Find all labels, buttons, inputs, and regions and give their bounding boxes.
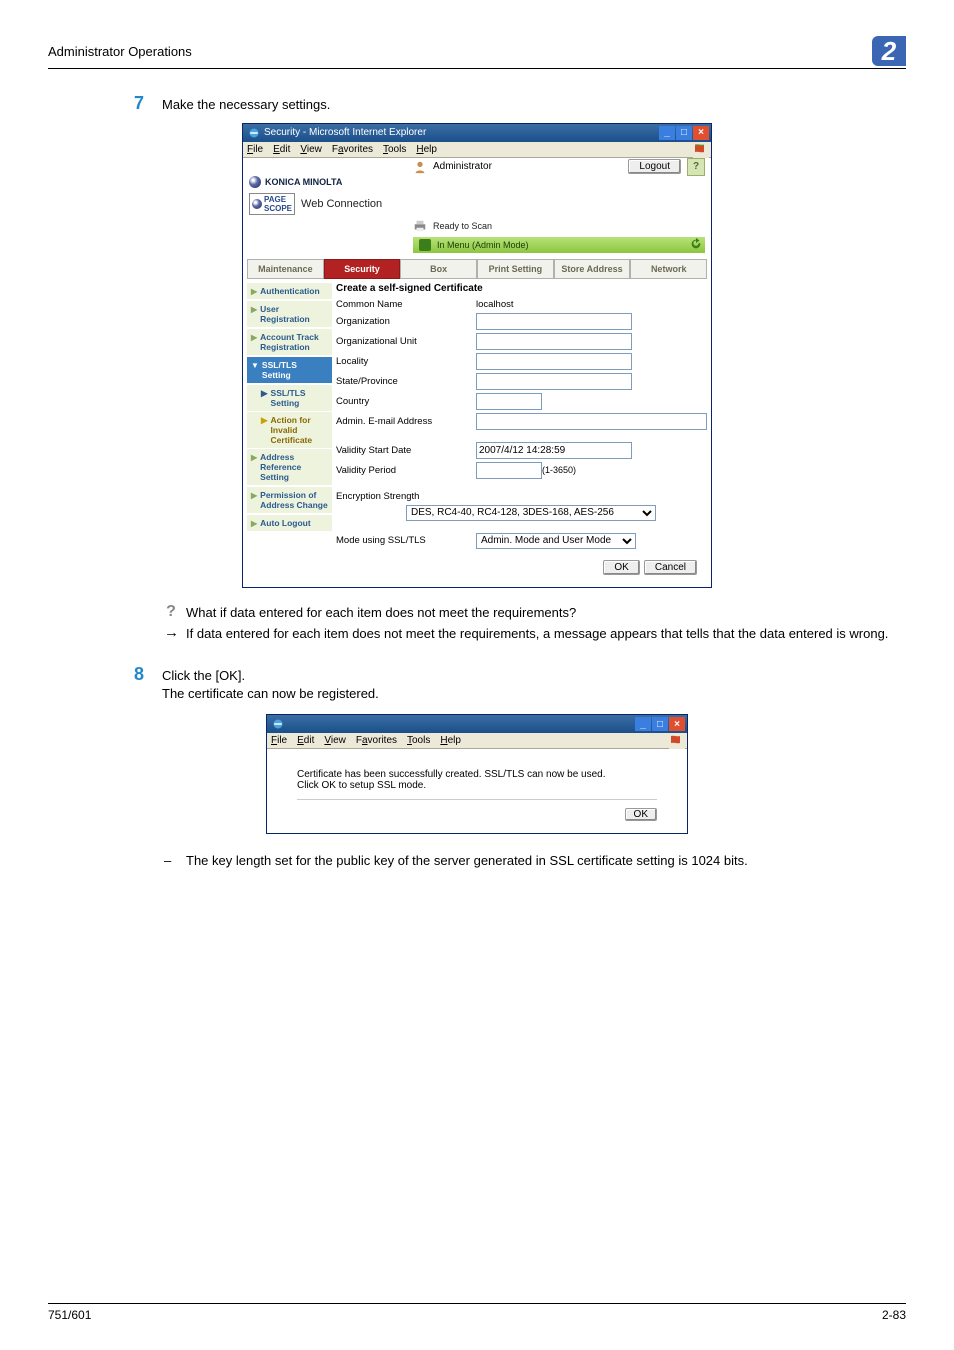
menu-tools-2[interactable]: Tools <box>407 735 430 746</box>
note-text: The key length set for the public key of… <box>186 852 748 871</box>
footer-right: 2-83 <box>882 1308 906 1322</box>
organization-input[interactable] <box>476 313 632 330</box>
common-name-value: localhost <box>476 299 514 310</box>
step-8-number: 8 <box>126 664 144 705</box>
country-label: Country <box>336 396 476 407</box>
admin-icon <box>413 160 427 174</box>
menu-help-2[interactable]: Help <box>440 735 461 746</box>
menu-bar-2: File Edit View Favorites Tools Help <box>267 733 687 749</box>
window-title: Security - Microsoft Internet Explorer <box>264 127 659 138</box>
sidebar-authentication[interactable]: ▶Authentication <box>247 283 332 300</box>
tab-print[interactable]: Print Setting <box>477 259 554 279</box>
logout-button[interactable]: Logout <box>628 159 681 174</box>
window-min-button[interactable]: _ <box>659 126 675 140</box>
menu-tools[interactable]: Tools <box>383 144 406 155</box>
menu-favorites[interactable]: Favorites <box>332 144 373 155</box>
menu-favorites-2[interactable]: Favorites <box>356 735 397 746</box>
sidebar-ssl-tls[interactable]: ▼SSL/TLS Setting <box>247 357 332 384</box>
ie-flag-icon <box>693 142 709 158</box>
web-connection-label: Web Connection <box>301 198 382 210</box>
form-heading: Create a self-signed Certificate <box>336 283 707 294</box>
footer-left: 751/601 <box>48 1308 91 1322</box>
question-icon: ? <box>164 604 178 623</box>
note-bullet: – <box>164 852 174 871</box>
admin-label: Administrator <box>433 161 492 172</box>
mode-icon <box>419 239 431 251</box>
tab-security[interactable]: Security <box>324 259 401 279</box>
window2-max-button[interactable]: □ <box>652 717 668 731</box>
ok-button[interactable]: OK <box>603 560 639 575</box>
validity-period-label: Validity Period <box>336 465 476 476</box>
ready-status: Ready to Scan <box>433 221 492 231</box>
window-close-button[interactable]: × <box>693 126 709 140</box>
answer-icon: → <box>164 625 178 644</box>
menu-edit[interactable]: Edit <box>273 144 290 155</box>
help-button[interactable]: ? <box>687 158 705 176</box>
encryption-strength-label: Encryption Strength <box>336 491 476 502</box>
ie-flag-icon-2 <box>669 733 685 749</box>
sidebar-user-registration[interactable]: ▶User Registration <box>247 301 332 328</box>
admin-email-label: Admin. E-mail Address <box>336 416 476 427</box>
step-7-text: Make the necessary settings. <box>162 93 906 115</box>
menu-view[interactable]: View <box>300 144 322 155</box>
menu-help[interactable]: Help <box>416 144 437 155</box>
printer-icon <box>413 219 427 233</box>
menu-view-2[interactable]: View <box>324 735 346 746</box>
window-titlebar: Security - Microsoft Internet Explorer _… <box>243 124 711 142</box>
chapter-badge: 2 <box>872 36 906 66</box>
answer-text: If data entered for each item does not m… <box>186 625 888 644</box>
menu-file[interactable]: File <box>247 144 263 155</box>
ok-button-2[interactable]: OK <box>625 808 657 821</box>
brand-logo: KONICA MINOLTA <box>249 176 342 188</box>
ie-icon-2 <box>272 718 284 730</box>
locality-input[interactable] <box>476 353 632 370</box>
mode-ssl-label: Mode using SSL/TLS <box>336 535 476 546</box>
common-name-label: Common Name <box>336 299 476 310</box>
step-8-line2: The certificate can now be registered. <box>162 685 906 704</box>
window2-close-button[interactable]: × <box>669 717 685 731</box>
pagescope-badge: PAGESCOPE <box>249 193 295 215</box>
state-label: State/Province <box>336 376 476 387</box>
sidebar-action-invalid-cert[interactable]: ▶Action for Invalid Certificate <box>247 412 332 448</box>
menu-edit-2[interactable]: Edit <box>297 735 314 746</box>
tab-store[interactable]: Store Address <box>554 259 631 279</box>
state-input[interactable] <box>476 373 632 390</box>
tab-maintenance[interactable]: Maintenance <box>247 259 324 279</box>
sidebar-perm-addr-change[interactable]: ▶Permission of Address Change <box>247 487 332 514</box>
encryption-strength-select[interactable]: DES, RC4-40, RC4-128, 3DES-168, AES-256 <box>406 505 656 521</box>
sidebar-account-track[interactable]: ▶Account Track Registration <box>247 329 332 356</box>
mode-bar: In Menu (Admin Mode) <box>413 237 705 253</box>
question-text: What if data entered for each item does … <box>186 604 576 623</box>
country-input[interactable] <box>476 393 542 410</box>
tab-box[interactable]: Box <box>400 259 477 279</box>
validity-start-input[interactable] <box>476 442 632 459</box>
cert-success-msg1: Certificate has been successfully create… <box>297 769 657 780</box>
sidebar-address-ref[interactable]: ▶Address Reference Setting <box>247 449 332 486</box>
validity-period-input[interactable] <box>476 462 542 479</box>
page-header-title: Administrator Operations <box>48 44 872 59</box>
cancel-button[interactable]: Cancel <box>644 560 697 575</box>
window2-min-button[interactable]: _ <box>635 717 651 731</box>
org-unit-input[interactable] <box>476 333 632 350</box>
brand-icon <box>249 176 261 188</box>
cert-success-msg2: Click OK to setup SSL mode. <box>297 780 657 791</box>
mode-ssl-select[interactable]: Admin. Mode and User Mode <box>476 533 636 549</box>
step-8-line1: Click the [OK]. <box>162 667 906 686</box>
organization-label: Organization <box>336 316 476 327</box>
window-max-button[interactable]: □ <box>676 126 692 140</box>
menu-bar: File Edit View Favorites Tools Help <box>243 142 711 158</box>
locality-label: Locality <box>336 356 476 367</box>
ie-icon <box>248 127 260 139</box>
window2-titlebar: _ □ × <box>267 715 687 733</box>
sidebar-auto-logout[interactable]: ▶Auto Logout <box>247 515 332 532</box>
menu-file-2[interactable]: File <box>271 735 287 746</box>
org-unit-label: Organizational Unit <box>336 336 476 347</box>
step-7-number: 7 <box>126 93 144 115</box>
admin-email-input[interactable] <box>476 413 707 430</box>
refresh-icon[interactable] <box>689 237 703 254</box>
tab-network[interactable]: Network <box>630 259 707 279</box>
sidebar-ssl-tls-sub[interactable]: ▶SSL/TLS Setting <box>247 385 332 411</box>
validity-period-range: (1-3650) <box>542 465 576 475</box>
validity-start-label: Validity Start Date <box>336 445 476 456</box>
